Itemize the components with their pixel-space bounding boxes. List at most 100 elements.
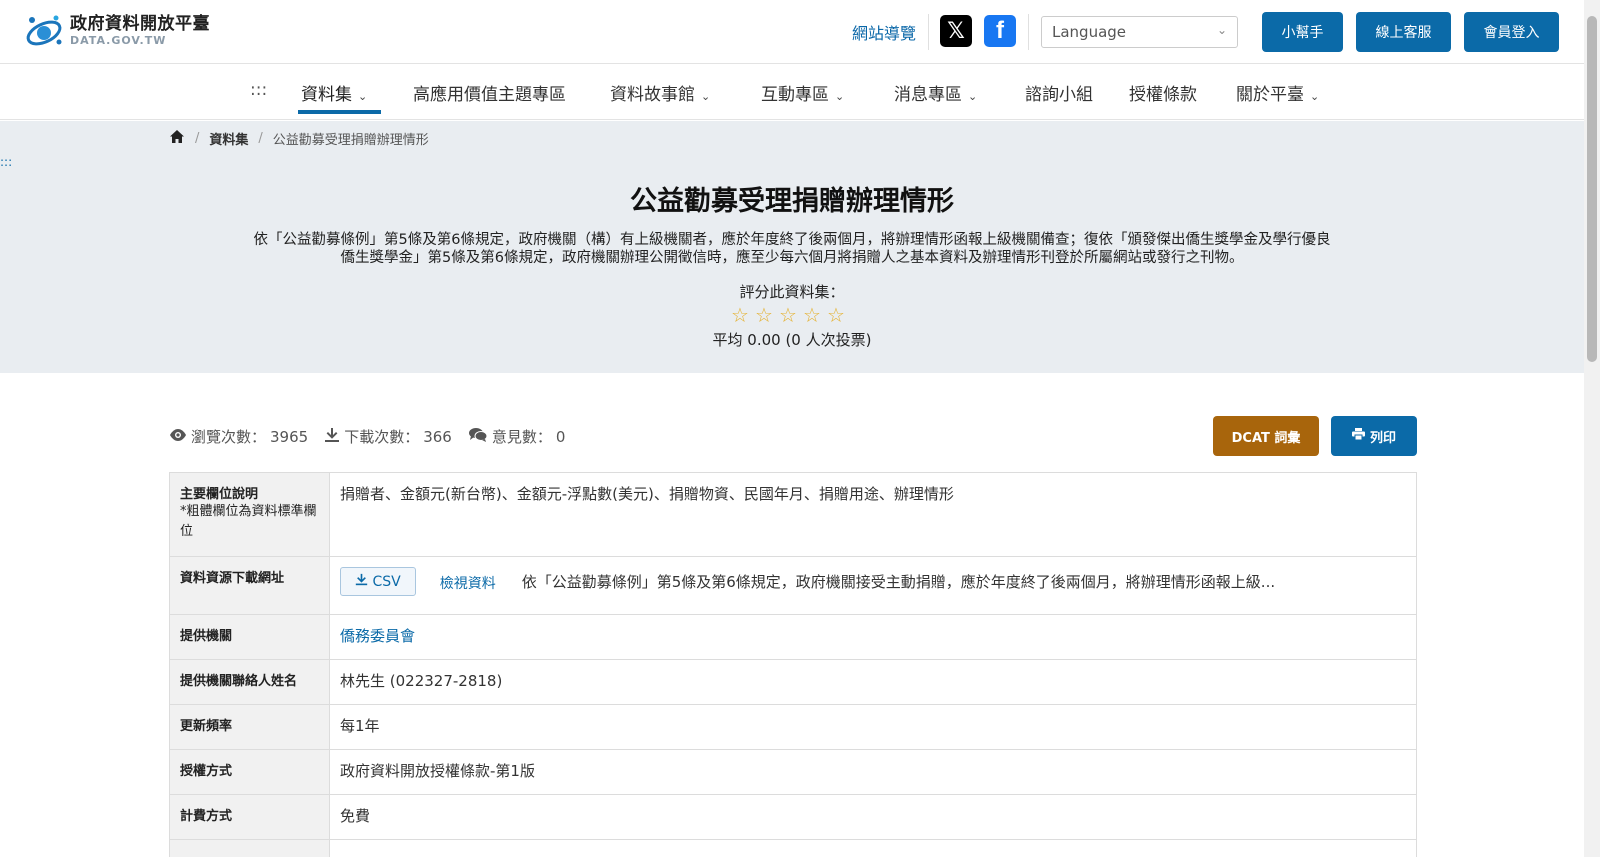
fields-label: 主要欄位說明 (180, 487, 259, 502)
views-stat: 瀏覽次數： 3965 (169, 426, 308, 447)
downloads-label: 下載次數： (344, 428, 420, 446)
chevron-down-icon: ⌄ (1310, 90, 1320, 103)
downloads-stat: 下載次數： 366 (324, 426, 452, 447)
comments-stat: 意見數： 0 (468, 426, 566, 447)
dataset-stats: 瀏覽次數： 3965 下載次數： 366 意見數： 0 (169, 426, 581, 447)
nav-item-interactive[interactable]: 互動專區 ⌄ (761, 80, 844, 105)
star-icon[interactable]: ☆ (754, 303, 774, 327)
language-select[interactable]: Language ⌄ (1041, 16, 1238, 48)
table-row: 主要欄位說明 *粗體欄位為資料標準欄位 捐贈者、金額元(新台幣)、金額元-浮點數… (170, 473, 1416, 557)
dataset-info-table: 主要欄位說明 *粗體欄位為資料標準欄位 捐贈者、金額元(新台幣)、金額元-浮點數… (169, 472, 1417, 857)
printer-icon (1351, 428, 1365, 444)
field-label (170, 840, 330, 857)
site-logo[interactable]: 政府資料開放平臺 DATA.GOV.TW (24, 12, 210, 50)
resource-description: 依「公益勸募條例」第5條及第6條規定，政府機關接受主動捐贈，應於年度終了後兩個月… (521, 573, 1276, 591)
nav-item-label: 授權條款 (1129, 85, 1197, 105)
table-row: 更新頻率 每1年 (170, 705, 1416, 750)
rating-label: 評分此資料集： (739, 283, 845, 301)
resource-value: CSV 檢視資料 依「公益勸募條例」第5條及第6條規定，政府機關接受主動捐贈，應… (330, 557, 1416, 614)
comments-count: 0 (555, 427, 566, 446)
facebook-icon[interactable]: f (984, 15, 1016, 47)
content-accesskey[interactable]: ::: (0, 155, 12, 169)
dataset-description: 依「公益勸募條例」第5條及第6條規定，政府機關（構）有上級機關者，應於年度終了後… (253, 232, 1331, 266)
fields-value: 捐贈者、金額元(新台幣)、金額元-浮點數(美元)、捐贈物資、民國年月、捐贈用途、… (340, 485, 954, 503)
view-data-link[interactable]: 檢視資料 (440, 573, 496, 593)
fee-value: 免費 (340, 807, 371, 825)
comments-icon (468, 427, 488, 447)
star-icon[interactable]: ☆ (778, 303, 798, 327)
agency-link[interactable]: 僑務委員會 (340, 625, 415, 646)
table-row: 提供機關聯絡人姓名 林先生 (022327-2818) (170, 660, 1416, 705)
comments-label: 意見數： (491, 428, 552, 446)
sitemap-link[interactable]: 網站導覽 (852, 20, 916, 44)
nav-item-label: 消息專區 (894, 85, 962, 105)
field-value (330, 840, 1416, 857)
views-count: 3965 (270, 427, 309, 446)
logo-title: 政府資料開放平臺 (70, 14, 210, 34)
main-nav: ::: 資料集 ⌄ 高應用價值主題專區 資料故事館 ⌄ 互動專區 ⌄ 消息專區 ⌄ 諮詢… (0, 64, 1584, 120)
breadcrumb-datasets[interactable]: 資料集 (209, 129, 248, 148)
nav-item-label: 資料故事館 (610, 85, 695, 105)
nav-item-label: 高應用價值主題專區 (413, 85, 566, 105)
nav-accesskey[interactable]: ::: (250, 80, 267, 100)
star-icon[interactable]: ☆ (826, 303, 846, 327)
views-label: 瀏覽次數： (191, 428, 267, 446)
online-service-button[interactable]: 線上客服 (1356, 12, 1451, 52)
helper-button[interactable]: 小幫手 (1262, 12, 1343, 52)
csv-label: CSV (372, 574, 401, 590)
chevron-down-icon: ⌄ (1216, 23, 1227, 37)
print-button[interactable]: 列印 (1331, 416, 1417, 456)
contact-label: 提供機關聯絡人姓名 (170, 660, 330, 704)
nav-item-about[interactable]: 關於平臺 ⌄ (1236, 80, 1319, 105)
nav-item-license[interactable]: 授權條款 (1129, 80, 1197, 105)
downloads-count: 366 (423, 427, 452, 446)
logo-icon (24, 12, 64, 50)
star-icon[interactable]: ☆ (802, 303, 822, 327)
nav-item-high-value[interactable]: 高應用價值主題專區 (413, 80, 566, 105)
rating-stars: ☆ ☆ ☆ ☆ ☆ (730, 303, 846, 327)
eye-icon (169, 427, 187, 446)
login-button[interactable]: 會員登入 (1464, 12, 1559, 52)
contact-value: 林先生 (022327-2818) (340, 672, 503, 690)
scrollbar-thumb[interactable] (1587, 16, 1597, 362)
license-label: 授權方式 (170, 750, 330, 794)
breadcrumb-separator: / (195, 131, 200, 146)
dataset-hero: / 資料集 / 公益勸募受理捐贈辦理情形 ::: 公益勸募受理捐贈辦理情形 依「… (0, 121, 1584, 373)
chevron-down-icon: ⌄ (358, 90, 368, 103)
nav-item-advisory[interactable]: 諮詢小組 (1025, 80, 1093, 105)
nav-item-datasets[interactable]: 資料集 ⌄ (301, 80, 367, 105)
rating-average: 平均 0.00 (0 人次投票) (712, 331, 872, 349)
nav-item-label: 互動專區 (761, 85, 829, 105)
print-label: 列印 (1369, 430, 1396, 446)
chevron-down-icon: ⌄ (835, 90, 845, 103)
resource-label: 資料資源下載網址 (170, 557, 330, 614)
csv-download-button[interactable]: CSV (340, 567, 416, 596)
nav-item-label: 諮詢小組 (1025, 85, 1093, 105)
dcat-button[interactable]: DCAT 詞彙 (1213, 416, 1319, 456)
frequency-value: 每1年 (340, 717, 380, 735)
language-select-value: Language (1052, 23, 1127, 41)
page-scrollbar[interactable] (1584, 0, 1600, 857)
nav-item-label: 關於平臺 (1236, 85, 1304, 105)
home-icon[interactable] (169, 129, 185, 148)
logo-subtitle: DATA.GOV.TW (70, 34, 167, 47)
nav-item-label: 資料集 (301, 85, 352, 105)
x-twitter-icon[interactable]: 𝕏 (940, 15, 972, 47)
agency-label: 提供機關 (170, 615, 330, 659)
table-row: 資料資源下載網址 CSV 檢視資料 依「公益勸募條例」第5條及第6條規定，政府機… (170, 557, 1416, 615)
table-row (170, 840, 1416, 857)
table-row: 提供機關 僑務委員會 (170, 615, 1416, 660)
download-icon (355, 573, 372, 590)
nav-item-stories[interactable]: 資料故事館 ⌄ (610, 80, 710, 105)
breadcrumb-separator: / (258, 131, 263, 146)
breadcrumb: / 資料集 / 公益勸募受理捐贈辦理情形 (169, 129, 429, 148)
chevron-down-icon: ⌄ (968, 90, 978, 103)
table-row: 授權方式 政府資料開放授權條款-第1版 (170, 750, 1416, 795)
page-title: 公益勸募受理捐贈辦理情形 (630, 186, 954, 217)
nav-active-indicator (298, 110, 381, 114)
nav-item-news[interactable]: 消息專區 ⌄ (894, 80, 977, 105)
license-value: 政府資料開放授權條款-第1版 (340, 762, 535, 780)
field-label: 主要欄位說明 *粗體欄位為資料標準欄位 (170, 473, 330, 556)
star-icon[interactable]: ☆ (730, 303, 750, 327)
download-icon (324, 427, 340, 447)
